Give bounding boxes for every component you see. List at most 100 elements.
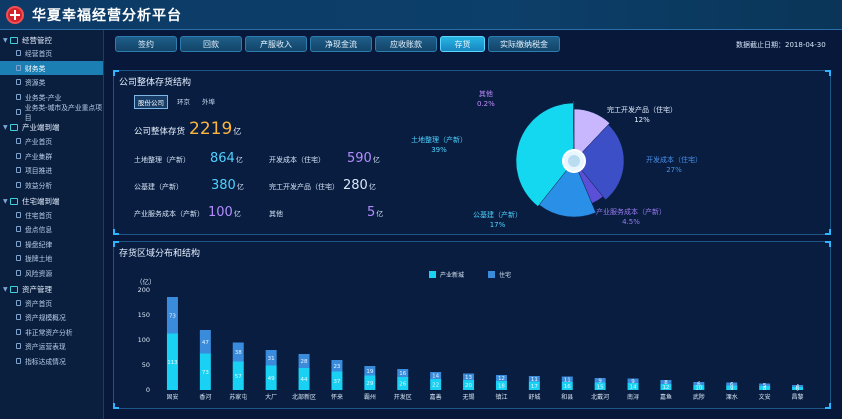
subtab-huanjing[interactable]: 环京: [174, 95, 193, 109]
y-tick-label: 50: [142, 361, 150, 369]
document-icon: [16, 182, 21, 189]
pie-label-pct: 39%: [431, 146, 447, 154]
as-of-date: 数据截止日期：2018-04-30: [736, 40, 826, 50]
sidebar-group-1[interactable]: ▼ 产业端到端: [0, 122, 103, 134]
y-axis-label: （亿）: [136, 277, 156, 286]
subtab-waibu[interactable]: 外埠: [199, 95, 218, 109]
bar-value-label: 14: [630, 385, 637, 391]
sidebar-item[interactable]: 资产首页: [0, 295, 103, 310]
sidebar-group-0[interactable]: ▼ 经营管控: [0, 34, 103, 46]
kpi-land: 土地整理（产新） 864 亿: [134, 151, 243, 166]
region-bar-chart: （亿）05010015020011373固安7347香河5738苏家屯4931大…: [136, 277, 804, 401]
sidebar-item[interactable]: 财务类: [0, 60, 103, 76]
chevron-down-icon: ▼: [3, 197, 8, 205]
x-tick-label: 昌黎: [792, 393, 804, 401]
pie-label-pct: 17%: [489, 221, 506, 229]
sidebar-item-label: 盘点信息: [25, 226, 53, 235]
sidebar-item-label: 资产运营表现: [25, 343, 66, 352]
document-icon: [16, 152, 21, 159]
bar-value-label: 28: [301, 359, 308, 365]
tab-5[interactable]: 存货: [440, 36, 485, 52]
sidebar-item[interactable]: 业务类-城市及产业重点项目: [0, 103, 103, 122]
inventory-region-panel: 存货区域分布和结构 产业新城 住宅 （亿） 0 50 100 150 200 113 73 固安…: [113, 241, 831, 409]
sidebar-item[interactable]: 操盘纪律: [0, 237, 103, 252]
sidebar-group-label: 经营管控: [22, 35, 52, 45]
sidebar-item-label: 风险资源: [25, 270, 53, 279]
document-icon: [16, 270, 21, 277]
kpi-service: 产业服务成本（产新） 100 亿: [134, 205, 241, 220]
sidebar-item[interactable]: 项目推进: [0, 163, 103, 178]
bar-value-label: 20: [465, 383, 472, 389]
sidebar-item[interactable]: 产业首页: [0, 134, 103, 149]
sidebar-item[interactable]: 资源类: [0, 75, 103, 90]
kpi-label: 公司整体存货: [134, 127, 186, 137]
main-tabs: 签约 回款 产服收入 净现金流 应收账款 存货 实际缴纳税金: [115, 36, 560, 52]
sidebar-item[interactable]: 住宅首页: [0, 207, 103, 222]
x-tick-label: 嘉善: [430, 393, 442, 401]
sidebar-item[interactable]: 资产规模概况: [0, 310, 103, 325]
sidebar-item-label: 非正常资产分析: [25, 328, 73, 337]
bar-value-label: 38: [235, 350, 242, 356]
sidebar-item[interactable]: 产业集群: [0, 149, 103, 164]
kpi-value: 5: [367, 205, 376, 220]
bar-value-label: 17: [531, 384, 538, 390]
sidebar-item[interactable]: 非正常资产分析: [0, 325, 103, 340]
x-tick-label: 溧水: [726, 393, 738, 401]
app-title: 华夏幸福经营分析平台: [32, 7, 182, 24]
sidebar-item[interactable]: 资产运营表现: [0, 339, 103, 354]
sidebar-group-3[interactable]: ▼ 资产管理: [0, 283, 103, 295]
kpi-label: 开发成本（住宅）: [269, 156, 325, 164]
bar-value-label: 9: [598, 378, 602, 384]
sidebar-item[interactable]: 效益分析: [0, 178, 103, 193]
bar-value-label: 16: [564, 384, 571, 390]
tab-6[interactable]: 实际缴纳税金: [488, 36, 560, 52]
tab-0[interactable]: 签约: [115, 36, 177, 52]
subtab-company[interactable]: 股份公司: [134, 95, 168, 109]
kpi-unit: 亿: [233, 210, 241, 218]
monitor-icon: [10, 124, 18, 132]
sidebar-item[interactable]: 经营首页: [0, 46, 103, 61]
tab-1[interactable]: 回款: [180, 36, 242, 52]
pie-label-infra: 公基建（产新） 17%: [473, 210, 522, 230]
bar-value-label: 44: [301, 377, 308, 383]
bar-value-label: 16: [399, 371, 406, 377]
bar-value-label: 113: [167, 360, 178, 366]
kpi-value: 380: [211, 178, 236, 193]
bar-value-label: 31: [268, 356, 275, 362]
bar-value-label: 29: [366, 381, 373, 387]
sidebar-item[interactable]: 盘点信息: [0, 222, 103, 237]
sidebar-item[interactable]: 风险资源: [0, 266, 103, 281]
sidebar-item-label: 业务类-城市及产业重点项目: [24, 103, 103, 122]
tab-4[interactable]: 应收账款: [375, 36, 437, 52]
pie-label-name: 完工开发产品（住宅）: [607, 106, 677, 114]
sidebar-group-label: 住宅端到端: [22, 196, 60, 206]
sidebar-item[interactable]: 拢牌土地: [0, 251, 103, 266]
bar-value-label: 37: [333, 379, 340, 385]
tab-2[interactable]: 产服收入: [245, 36, 307, 52]
y-tick-label: 0: [146, 386, 150, 394]
sidebar-item-label: 操盘纪律: [25, 240, 53, 249]
kpi-label: 完工开发产品（住宅）: [269, 183, 339, 191]
sidebar-item-label: 拢牌土地: [25, 255, 53, 264]
sidebar-group-2[interactable]: ▼ 住宅端到端: [0, 195, 103, 207]
bar-value-label: 18: [498, 384, 505, 390]
chevron-down-icon: ▼: [3, 124, 8, 132]
pie-label-name: 其他: [478, 90, 493, 98]
company-logo-icon: [6, 5, 24, 24]
kpi-unit: 亿: [372, 156, 380, 164]
title-bar: 华夏幸福经营分析平台: [0, 0, 842, 30]
tab-3[interactable]: 净现金流: [310, 36, 372, 52]
sidebar-item[interactable]: 指标达成情况: [0, 354, 103, 369]
x-tick-label: 武陟: [693, 393, 705, 401]
x-tick-label: 南浔: [627, 393, 639, 401]
kpi-other: 其他 5 亿: [269, 205, 383, 220]
document-icon: [16, 108, 21, 115]
pie-label-finished: 完工开发产品（住宅） 12%: [607, 105, 677, 125]
document-icon: [16, 79, 21, 86]
kpi-unit: 亿: [233, 127, 242, 136]
inventory-structure-panel: 公司整体存货结构 股份公司 环京 外埠 公司整体存货 2219 亿 土地整理（产…: [113, 70, 831, 235]
bar-value-label: 8: [664, 380, 668, 386]
kpi-value: 2219: [189, 119, 233, 139]
bar-value-label: 26: [399, 382, 406, 388]
kpi-label: 其他: [269, 210, 283, 218]
